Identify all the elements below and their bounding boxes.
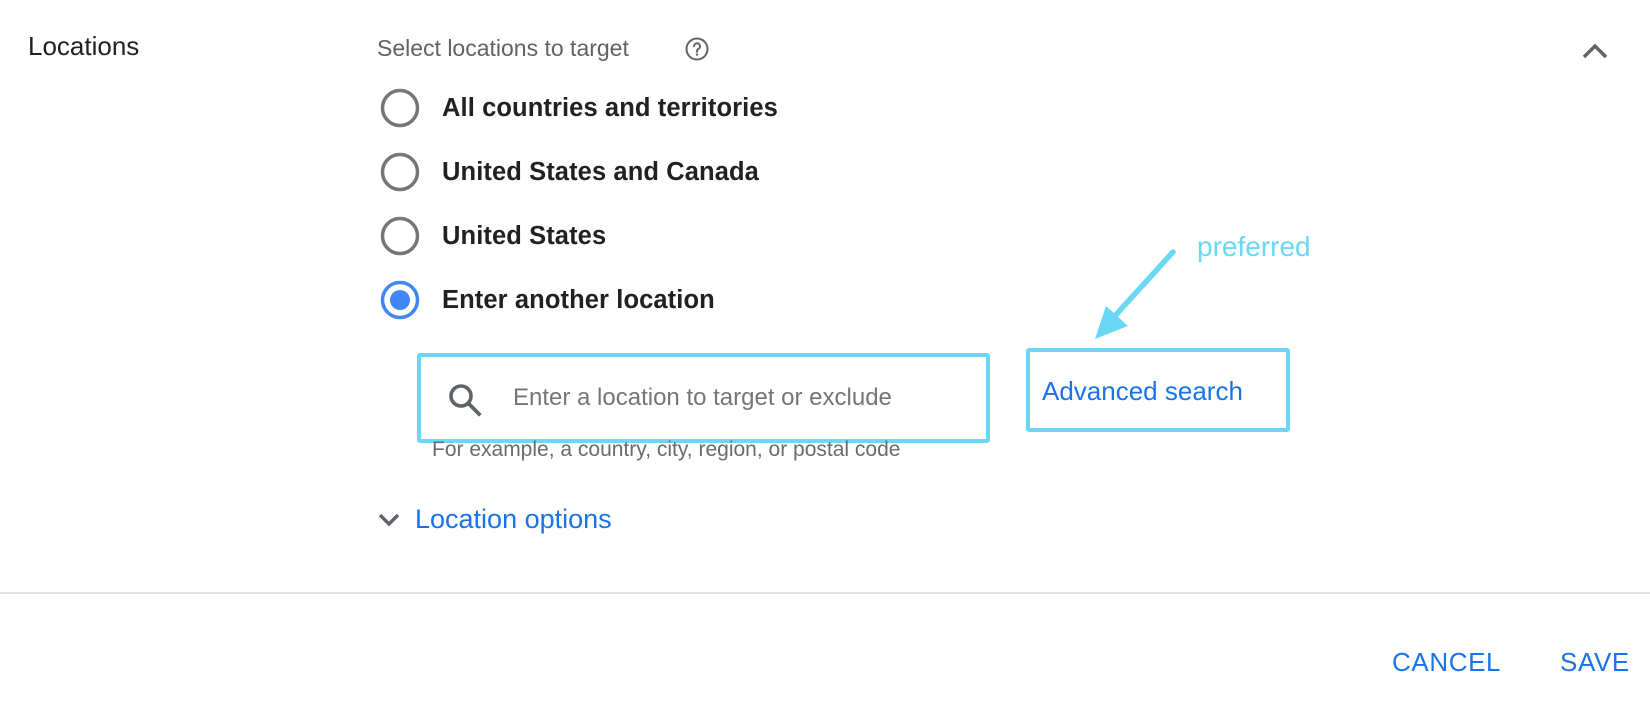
radio-label: All countries and territories [442,93,778,122]
save-button[interactable]: SAVE [1560,645,1630,679]
radio-label: United States and Canada [442,157,759,186]
radio-us-and-canada[interactable]: United States and Canada [380,150,759,194]
search-helper-text: For example, a country, city, region, or… [432,438,901,461]
annotation-arrowhead [1095,306,1128,339]
location-search-field[interactable] [417,353,990,443]
advanced-search-highlight: Advanced search [1026,348,1290,432]
chevron-up-icon[interactable] [1580,36,1610,66]
location-options-toggle[interactable]: Location options [375,502,612,536]
radio-selected-icon[interactable] [380,280,420,320]
advanced-search-link[interactable]: Advanced search [1042,376,1243,406]
radio-unselected-icon[interactable] [380,88,420,128]
annotation-arrow-shaft [1110,249,1176,321]
radio-enter-another-location[interactable]: Enter another location [380,278,715,322]
location-search-input[interactable] [513,375,973,421]
radio-unselected-icon[interactable] [380,216,420,256]
help-circle-icon[interactable] [685,37,709,61]
radio-unselected-icon[interactable] [380,152,420,192]
location-options-label: Location options [415,504,612,534]
radio-united-states[interactable]: United States [380,214,606,258]
radio-label: United States [442,221,607,250]
section-title: Locations [28,31,140,61]
cancel-button[interactable]: CANCEL [1392,645,1501,679]
radio-label: Enter another location [442,285,715,314]
footer-divider [0,592,1650,594]
annotation-preferred: preferred [1197,231,1311,262]
search-icon [449,384,482,417]
select-locations-label: Select locations to target [377,35,629,61]
radio-all-countries[interactable]: All countries and territories [380,86,778,130]
chevron-down-icon [378,513,400,527]
